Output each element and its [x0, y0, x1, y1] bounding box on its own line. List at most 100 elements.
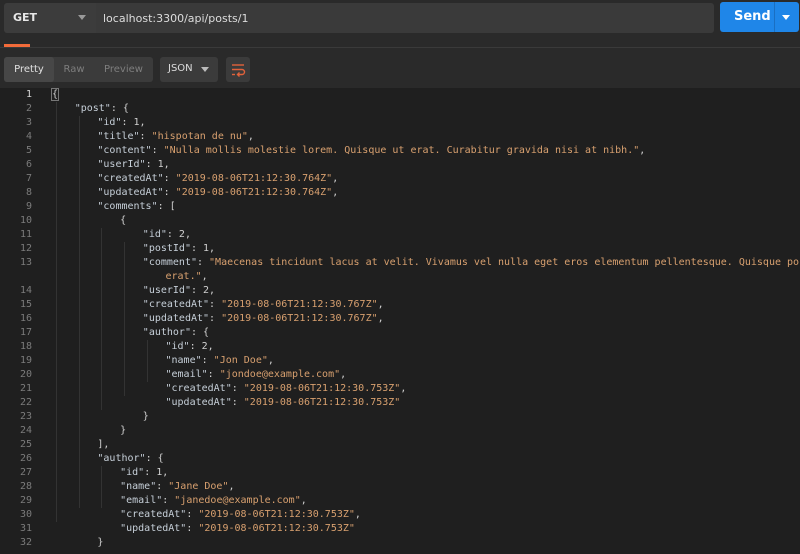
json-string: "Maecenas tincidunt lacus at velit. Viva…	[209, 257, 800, 268]
json-punctuation: ,	[340, 369, 347, 380]
json-string: "Jon Doe"	[213, 355, 268, 366]
code-line: 30 "createdAt": "2019-08-06T21:12:30.753Z…	[0, 508, 800, 522]
code-text: "userId": 2,	[143, 284, 215, 298]
code-text: "author": {	[143, 326, 209, 340]
code-text: }	[143, 410, 149, 424]
json-punctuation: :	[163, 173, 176, 184]
json-punctuation: : [	[157, 201, 176, 212]
code-text: {	[50, 88, 60, 102]
json-punctuation: : 1,	[145, 159, 170, 170]
view-raw-button[interactable]: Raw	[54, 57, 94, 82]
json-punctuation: :	[209, 313, 222, 324]
line-number: 28	[19, 481, 32, 492]
line-number: 21	[19, 383, 32, 394]
json-string: "Nulla mollis molestie lorem. Quisque ut…	[163, 145, 640, 156]
json-punctuation: ,	[267, 355, 274, 366]
json-punctuation: ,	[377, 313, 384, 324]
line-number: 30	[19, 509, 32, 520]
code-line: 12 "postId": 1,	[0, 242, 800, 256]
code-text: "id": 1,	[97, 116, 145, 130]
json-key: "name"	[120, 481, 157, 492]
json-key: "author"	[97, 453, 146, 464]
json-punctuation: :	[209, 299, 222, 310]
response-body-viewer[interactable]: 1{2 "post": {3 "id": 1, 4 "title": "hispotan…	[0, 88, 800, 554]
line-number: 4	[25, 131, 32, 142]
url-input[interactable]	[96, 3, 714, 33]
code-text: "createdAt": "2019-08-06T21:12:30.767Z",	[143, 298, 384, 312]
code-line: 9 "comments": [	[0, 200, 800, 214]
indent-guide	[56, 102, 57, 522]
json-punctuation: ,	[639, 145, 646, 156]
code-line: 20 "email": "jondoe@example.com",	[0, 368, 800, 382]
json-string: "2019-08-06T21:12:30.767Z"	[221, 313, 378, 324]
line-number: 19	[19, 355, 32, 366]
code-line: 11 "id": 2,	[0, 228, 800, 242]
line-number: 22	[19, 397, 32, 408]
json-string: "2019-08-06T21:12:30.753Z"	[243, 383, 401, 394]
code-text: "createdAt": "2019-08-06T21:12:30.753Z",	[166, 382, 407, 396]
json-punctuation: :	[186, 509, 199, 520]
json-punctuation: :	[201, 355, 214, 366]
code-text: {	[120, 214, 126, 228]
wrap-lines-button[interactable]	[226, 57, 250, 82]
view-preview-button[interactable]: Preview	[94, 57, 153, 82]
json-punctuation: :	[139, 131, 152, 142]
code-text: }	[120, 424, 126, 438]
json-key: "createdAt"	[97, 173, 164, 184]
json-punctuation: ,	[354, 509, 361, 520]
code-text: "post": {	[75, 102, 129, 116]
json-punctuation: :	[231, 397, 244, 408]
format-label: JSON	[168, 63, 193, 74]
json-key: "id"	[120, 467, 145, 478]
send-button[interactable]: Send	[720, 2, 799, 32]
code-line: 23}	[0, 410, 800, 424]
json-punctuation: }	[120, 425, 127, 436]
format-select[interactable]: JSON	[160, 57, 218, 82]
chevron-down-icon	[78, 15, 86, 20]
line-number: 1	[25, 89, 32, 100]
json-string: "2019-08-06T21:12:30.753Z"	[243, 397, 401, 408]
code-line: 29 "email": "janedoe@example.com",	[0, 494, 800, 508]
code-line: 32}	[0, 536, 800, 550]
code-line: erat.",	[0, 270, 800, 284]
code-text: }	[97, 536, 103, 550]
json-punctuation: :	[162, 495, 175, 506]
code-line: 4 "title": "hispotan de nu",	[0, 130, 800, 144]
json-punctuation: ,	[228, 481, 235, 492]
code-text: "id": 1,	[120, 466, 168, 480]
json-key: "userId"	[142, 285, 191, 296]
json-punctuation: : 2,	[190, 285, 216, 296]
line-number: 6	[25, 159, 32, 170]
json-punctuation: ,	[332, 173, 339, 184]
json-punctuation: : {	[190, 327, 210, 338]
json-string: "2019-08-06T21:12:30.753Z"	[198, 523, 355, 534]
code-line: 13 "comment": "Maecenas tincidunt lacus a…	[0, 256, 800, 270]
code-text: "updatedAt": "2019-08-06T21:12:30.767Z",	[143, 312, 384, 326]
json-key: "id"	[97, 117, 122, 128]
line-number: 18	[19, 341, 32, 352]
json-punctuation: : 1,	[121, 117, 146, 128]
line-number: 7	[25, 173, 32, 184]
send-options-chevron-icon[interactable]	[782, 15, 790, 20]
code-line: 25],	[0, 438, 800, 452]
view-pretty-button[interactable]: Pretty	[4, 57, 54, 82]
json-punctuation: ,	[332, 187, 339, 198]
json-punctuation: {	[120, 215, 127, 226]
json-punctuation: ,	[400, 383, 407, 394]
wrap-icon	[232, 64, 246, 77]
view-mode-group: Pretty Raw Preview	[4, 57, 153, 82]
json-string: "hispotan de nu"	[151, 131, 248, 142]
json-string: "2019-08-06T21:12:30.764Z"	[175, 173, 333, 184]
json-punctuation: {	[50, 88, 60, 101]
send-label: Send	[734, 9, 771, 24]
code-text: "updatedAt": "2019-08-06T21:12:30.764Z",	[97, 186, 338, 200]
json-key: "comment"	[142, 257, 197, 268]
code-line: 22 "updatedAt": "2019-08-06T21:12:30.753Z…	[0, 396, 800, 410]
line-number: 20	[19, 369, 32, 380]
code-text: "updatedAt": "2019-08-06T21:12:30.753Z"	[166, 396, 401, 410]
code-line: 28 "name": "Jane Doe",	[0, 480, 800, 494]
line-number: 27	[19, 467, 32, 478]
json-key: "id"	[142, 229, 167, 240]
method-select[interactable]: GET	[4, 3, 96, 33]
line-number: 3	[25, 117, 32, 128]
